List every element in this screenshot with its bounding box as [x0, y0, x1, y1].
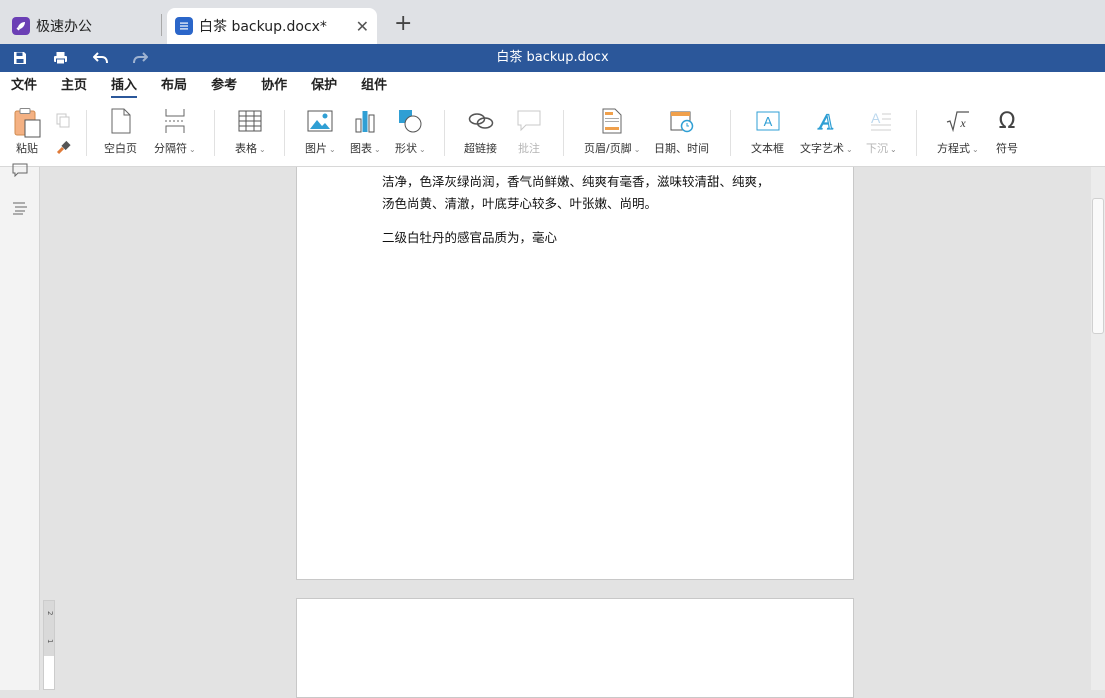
menu-plugins[interactable]: 组件 — [361, 72, 387, 100]
tab-app-label: 极速办公 — [36, 19, 92, 35]
svg-text:A: A — [871, 110, 881, 126]
omega-icon: Ω — [998, 108, 1016, 134]
paragraph[interactable]: 二级白牡丹的感官品质为，毫心 — [382, 227, 782, 249]
tab-document[interactable]: 白茶 backup.docx* ✕ — [167, 8, 377, 44]
section-break-button[interactable]: 分隔符 ⌄ — [154, 106, 196, 156]
ribbon-toolbar: 粘贴 空白页 分隔符⌄ 表格⌄ 图片⌄ 图表⌄ 形状⌄ 超链接 批注 — [0, 100, 1105, 167]
chevron-down-icon: ⌄ — [189, 145, 196, 154]
drop-cap-icon: A — [870, 106, 892, 136]
link-icon — [468, 106, 494, 136]
svg-text:A: A — [818, 109, 834, 133]
document-page[interactable] — [296, 598, 854, 698]
header-footer-button[interactable]: 页眉/页脚 ⌄ — [584, 106, 640, 156]
svg-text:A: A — [763, 114, 772, 129]
text-box-button[interactable]: A 文本框 — [751, 106, 784, 156]
paste-button[interactable]: 粘贴 — [12, 106, 42, 156]
comments-icon[interactable] — [12, 163, 28, 180]
date-time-button[interactable]: 日期、时间 — [654, 106, 709, 156]
header-footer-icon — [602, 106, 622, 136]
left-sidebar — [0, 163, 40, 690]
tab-divider — [161, 14, 162, 36]
document-title: 白茶 backup.docx — [496, 50, 609, 65]
chevron-down-icon: ⌄ — [259, 145, 266, 154]
calendar-icon — [670, 106, 694, 136]
ruler-mark: 1 — [46, 639, 54, 644]
scrollbar-thumb[interactable] — [1092, 198, 1104, 334]
blank-page-icon — [111, 106, 131, 136]
table-icon — [238, 106, 262, 136]
menu-collaborate[interactable]: 协作 — [261, 72, 287, 100]
clipboard-icon — [12, 106, 42, 140]
equation-icon: x — [946, 106, 970, 136]
blank-page-button[interactable]: 空白页 — [104, 106, 137, 156]
save-icon[interactable] — [6, 44, 34, 72]
ribbon-divider — [444, 110, 445, 156]
chevron-down-icon: ⌄ — [419, 145, 426, 154]
chevron-down-icon: ⌄ — [846, 145, 853, 154]
new-tab-button[interactable]: + — [394, 10, 412, 38]
comment-button[interactable]: 批注 — [517, 106, 541, 156]
equation-button[interactable]: x 方程式 ⌄ — [937, 106, 979, 156]
menu-home[interactable]: 主页 — [61, 72, 87, 100]
ribbon-divider — [86, 110, 87, 156]
ribbon-divider — [214, 110, 215, 156]
comment-icon — [517, 106, 541, 136]
ribbon-divider — [730, 110, 731, 156]
text-box-icon: A — [756, 106, 780, 136]
menu-file[interactable]: 文件 — [11, 72, 37, 100]
shape-button[interactable]: 形状 ⌄ — [395, 106, 426, 156]
menu-insert[interactable]: 插入 — [111, 72, 138, 100]
table-button[interactable]: 表格 ⌄ — [235, 106, 266, 156]
chart-button[interactable]: 图表 ⌄ — [350, 106, 381, 156]
title-bar: 白茶 backup.docx — [0, 44, 1105, 72]
chevron-down-icon: ⌄ — [890, 145, 897, 154]
menu-layout[interactable]: 布局 — [161, 72, 187, 100]
drop-cap-button[interactable]: A 下沉 ⌄ — [866, 106, 897, 156]
picture-icon — [307, 106, 333, 136]
tab-document-label: 白茶 backup.docx* — [199, 19, 327, 35]
copy-icon[interactable] — [55, 112, 71, 131]
rocket-icon — [12, 17, 30, 35]
menu-protect[interactable]: 保护 — [311, 72, 337, 100]
ribbon-divider — [284, 110, 285, 156]
svg-text:x: x — [959, 116, 966, 130]
picture-button[interactable]: 图片 ⌄ — [305, 106, 336, 156]
ribbon-divider — [916, 110, 917, 156]
ribbon-divider — [563, 110, 564, 156]
menu-references[interactable]: 参考 — [211, 72, 237, 100]
redo-icon[interactable] — [126, 44, 154, 72]
symbol-button[interactable]: Ω 符号 — [996, 106, 1018, 156]
chevron-down-icon: ⌄ — [374, 145, 381, 154]
chart-icon — [354, 106, 376, 136]
word-art-icon: A — [815, 106, 837, 136]
undo-icon[interactable] — [86, 44, 114, 72]
ruler-margin — [44, 601, 54, 656]
chevron-down-icon: ⌄ — [972, 145, 979, 154]
chevron-down-icon: ⌄ — [633, 145, 641, 154]
close-icon[interactable]: ✕ — [356, 17, 369, 36]
vertical-ruler[interactable]: 2 1 — [43, 600, 55, 690]
format-painter-icon[interactable] — [55, 140, 71, 159]
navigation-icon[interactable] — [12, 201, 28, 218]
print-icon[interactable] — [46, 44, 74, 72]
hyperlink-button[interactable]: 超链接 — [464, 106, 497, 156]
document-icon — [175, 17, 193, 35]
chevron-down-icon: ⌄ — [329, 145, 336, 154]
menu-bar: 文件 主页 插入 布局 参考 协作 保护 组件 — [0, 72, 1105, 100]
text-line: 二级白牡丹的感官品质为，毫心 — [382, 230, 558, 245]
document-page[interactable]: 洁净，色泽灰绿尚润，香气尚鲜嫩、纯爽有毫香，滋味较清甜、纯爽， 汤色尚黄、清澈，… — [296, 167, 854, 580]
word-art-button[interactable]: A 文字艺术 ⌄ — [800, 106, 853, 156]
tab-app[interactable]: 极速办公 — [0, 8, 160, 44]
tab-bar: 极速办公 白茶 backup.docx* ✕ + — [0, 0, 1105, 44]
text-line: 洁净，色泽灰绿尚润，香气尚鲜嫩、纯爽有毫香，滋味较清甜、纯爽， — [382, 174, 770, 189]
section-break-icon — [164, 106, 186, 136]
text-line: 汤色尚黄、清澈，叶底芽心较多、叶张嫩、尚明。 — [382, 196, 658, 211]
paragraph[interactable]: 洁净，色泽灰绿尚润，香气尚鲜嫩、纯爽有毫香，滋味较清甜、纯爽， 汤色尚黄、清澈，… — [382, 171, 782, 215]
shape-icon — [398, 106, 422, 136]
ruler-mark: 2 — [46, 611, 54, 616]
